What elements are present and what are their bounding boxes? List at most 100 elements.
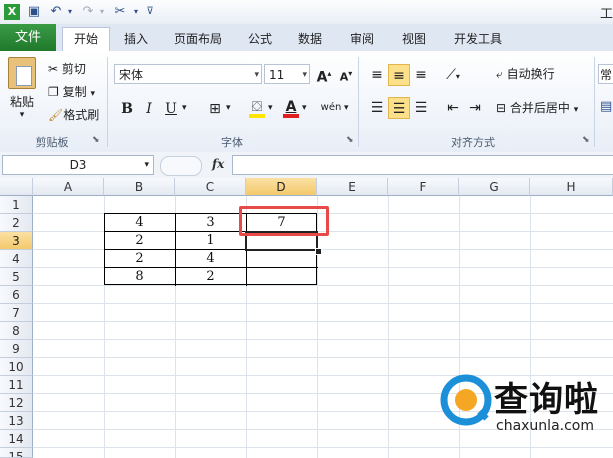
cell-c4[interactable]: 4: [175, 250, 246, 268]
tools-icon[interactable]: ✂: [112, 4, 128, 20]
customize-qat-icon[interactable]: ⊽: [142, 4, 158, 20]
clipboard-launcher-icon[interactable]: ⬊: [92, 135, 100, 145]
formula-bar: D3 ▾ fx: [0, 152, 613, 178]
row-header-5[interactable]: 5: [0, 268, 33, 286]
borders-icon: ⊞: [209, 101, 221, 117]
font-color-button[interactable]: A: [280, 96, 302, 118]
tab-developer[interactable]: 开发工具: [446, 28, 510, 50]
font-name-select[interactable]: 宋体 ▾: [114, 64, 262, 84]
paste-button[interactable]: 粘贴 ▾: [6, 57, 38, 127]
underline-button[interactable]: U: [160, 98, 182, 120]
column-header-e[interactable]: E: [317, 178, 388, 196]
increase-indent-button[interactable]: ⇥: [464, 97, 486, 119]
cell-c2[interactable]: 3: [175, 214, 246, 232]
column-header-g[interactable]: G: [459, 178, 530, 196]
bold-button[interactable]: B: [116, 98, 138, 120]
tab-insert[interactable]: 插入: [116, 28, 156, 50]
row-header-11[interactable]: 11: [0, 376, 33, 394]
save-icon[interactable]: ▣: [26, 4, 42, 20]
column-header-c[interactable]: C: [175, 178, 246, 196]
tab-view[interactable]: 视图: [394, 28, 434, 50]
redo-dropdown-icon[interactable]: ▾: [94, 4, 110, 20]
phonetic-dropdown-icon[interactable]: ▾: [344, 103, 349, 113]
align-middle-icon: ≡: [393, 68, 405, 84]
tab-page-layout[interactable]: 页面布局: [164, 28, 232, 50]
highlight-annotation: [239, 206, 329, 236]
column-header-b[interactable]: B: [104, 178, 175, 196]
column-header-h[interactable]: H: [530, 178, 613, 196]
align-bottom-button[interactable]: ≡: [410, 64, 432, 86]
wrap-text-label: 自动换行: [506, 67, 555, 81]
tab-data[interactable]: 数据: [290, 28, 330, 50]
cell-b5[interactable]: 8: [104, 268, 175, 286]
cell-b4[interactable]: 2: [104, 250, 175, 268]
separator: [358, 57, 359, 147]
tab-file[interactable]: 文件: [0, 24, 56, 51]
row-header-1[interactable]: 1: [0, 196, 33, 214]
row-header-7[interactable]: 7: [0, 304, 33, 322]
cell-b3[interactable]: 2: [104, 232, 175, 250]
font-size-select[interactable]: 11 ▾: [264, 64, 310, 84]
accounting-format-icon[interactable]: ▤: [600, 99, 612, 114]
column-header-d[interactable]: D: [246, 178, 317, 196]
fill-handle[interactable]: [315, 248, 322, 255]
merge-center-button[interactable]: ⊟ 合并后居中 ▾: [496, 98, 578, 118]
borders-dropdown-icon[interactable]: ▾: [226, 103, 231, 113]
row-header-9[interactable]: 9: [0, 340, 33, 358]
font-launcher-icon[interactable]: ⬊: [346, 135, 354, 145]
select-all-button[interactable]: [0, 178, 33, 196]
row-header-3[interactable]: 3: [0, 232, 33, 250]
fill-color-button[interactable]: ⛋: [246, 96, 268, 118]
underline-dropdown-icon[interactable]: ▾: [182, 103, 187, 113]
orientation-button[interactable]: ⟋▾: [442, 64, 464, 86]
row-header-8[interactable]: 8: [0, 322, 33, 340]
row-header-2[interactable]: 2: [0, 214, 33, 232]
row-header-4[interactable]: 4: [0, 250, 33, 268]
cell-c3[interactable]: 1: [175, 232, 246, 250]
cell-b2[interactable]: 4: [104, 214, 175, 232]
align-top-button[interactable]: ≡: [366, 64, 388, 86]
gridline: [388, 196, 389, 458]
row-header-14[interactable]: 14: [0, 430, 33, 448]
chevron-down-icon: ▾: [254, 70, 259, 80]
cell-c5[interactable]: 2: [175, 268, 246, 286]
watermark-logo-icon: [440, 374, 492, 426]
font-name-value: 宋体: [119, 68, 144, 82]
italic-button[interactable]: I: [138, 98, 160, 120]
row-header-15[interactable]: 15: [0, 448, 33, 458]
decrease-font-button[interactable]: A▾: [335, 63, 357, 85]
wrap-text-button[interactable]: ⤶ 自动换行: [496, 64, 555, 84]
row-header-13[interactable]: 13: [0, 412, 33, 430]
decrease-indent-button[interactable]: ⇤: [442, 97, 464, 119]
merge-icon: ⊟: [496, 101, 507, 115]
paint-bucket-icon: ⛋: [251, 99, 263, 115]
tab-home[interactable]: 开始: [62, 27, 110, 53]
insert-function-icon[interactable]: fx: [212, 157, 224, 171]
tab-review[interactable]: 审阅: [342, 28, 382, 50]
row-header-12[interactable]: 12: [0, 394, 33, 412]
phonetic-button[interactable]: wén: [320, 97, 342, 119]
increase-font-icon: A: [316, 69, 328, 86]
tab-formulas[interactable]: 公式: [240, 28, 280, 50]
align-middle-button[interactable]: ≡: [388, 64, 410, 86]
number-format-select[interactable]: 常: [598, 64, 613, 84]
alignment-launcher-icon[interactable]: ⬊: [582, 135, 590, 145]
fill-color-dropdown-icon[interactable]: ▾: [268, 103, 273, 113]
name-box[interactable]: D3 ▾: [2, 155, 154, 175]
formula-input[interactable]: [232, 155, 613, 175]
borders-button[interactable]: ⊞: [204, 98, 226, 120]
formula-bar-resize-handle[interactable]: [160, 156, 202, 176]
copy-button[interactable]: ❐ 复制 ▾: [48, 82, 95, 102]
column-header-f[interactable]: F: [388, 178, 459, 196]
cut-button[interactable]: ✂ 剪切: [48, 59, 86, 79]
column-header-a[interactable]: A: [33, 178, 104, 196]
align-center-button[interactable]: ☰: [388, 97, 410, 119]
font-color-dropdown-icon[interactable]: ▾: [302, 103, 307, 113]
undo-dropdown-icon[interactable]: ▾: [62, 4, 78, 20]
align-left-button[interactable]: ☰: [366, 97, 388, 119]
align-right-button[interactable]: ☰: [410, 97, 432, 119]
row-header-10[interactable]: 10: [0, 358, 33, 376]
increase-font-button[interactable]: A▴: [313, 63, 335, 86]
format-painter-button[interactable]: 🖌格式刷: [48, 105, 99, 125]
row-header-6[interactable]: 6: [0, 286, 33, 304]
